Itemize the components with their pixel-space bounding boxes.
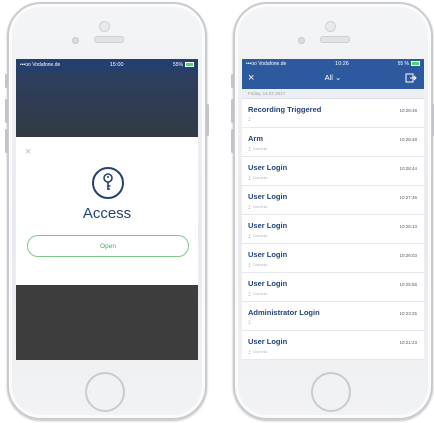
person-icon (248, 146, 251, 151)
date-section-header: Friday, 14.07.2017 (242, 89, 424, 99)
log-entry-username: Dominik (253, 204, 268, 209)
battery-indicator: 55% (173, 62, 194, 68)
log-entry[interactable]: User Login 10:25:56 Dominik (242, 273, 424, 302)
log-entry[interactable]: Recording Triggered 10:28:48 (242, 99, 424, 128)
dimmed-background-top (16, 71, 198, 137)
mute-switch (231, 74, 234, 88)
modal-title: Access (82, 205, 132, 222)
status-bar: •••oo Vodafone.de 10:26 55 % (242, 59, 424, 69)
log-entry-time: 10:28:48 (399, 137, 417, 142)
log-entry-title: Administrator Login (248, 308, 320, 317)
log-entry-user: Dominik (248, 262, 267, 267)
log-entry[interactable]: User Login 10:28:44 Dominik (242, 157, 424, 186)
log-entry-time: 10:27:45 (399, 195, 417, 200)
filter-dropdown[interactable]: All ⌄ (242, 73, 424, 82)
person-icon (248, 117, 251, 121)
status-bar: •••oo Vodafone.de 15:00 55% (16, 59, 198, 71)
front-camera (99, 21, 110, 32)
log-entry-user: Dominik (248, 204, 267, 209)
volume-down-button (5, 129, 8, 153)
earpiece-speaker (94, 36, 124, 43)
log-entry-username: Dominik (253, 233, 268, 238)
dimmed-background-bottom (16, 285, 198, 360)
earpiece-speaker (320, 36, 350, 43)
log-entry-username: Dominik (253, 262, 268, 267)
log-entry[interactable]: User Login 10:21:23 Dominik (242, 331, 424, 360)
volume-up-button (5, 99, 8, 123)
log-entry-user: Dominik (248, 146, 267, 151)
navigation-bar: •••oo Vodafone.de 10:26 55 % × All ⌄ (242, 59, 424, 89)
log-entry-title: User Login (248, 250, 288, 259)
open-button[interactable]: Open (27, 235, 189, 257)
log-entry-user: Dominik (248, 349, 267, 354)
log-entry-username: Dominik (253, 175, 268, 180)
mute-switch (5, 74, 8, 88)
person-icon (248, 349, 251, 354)
log-entry[interactable]: User Login 10:27:45 Dominik (242, 186, 424, 215)
phone-right: •••oo Vodafone.de 10:26 55 % × All ⌄ Fri… (231, 2, 434, 420)
volume-up-button (231, 99, 234, 123)
key-icon (92, 167, 124, 199)
home-button[interactable] (85, 372, 125, 412)
person-icon (248, 262, 251, 267)
log-entry-time: 10:26:03 (399, 253, 417, 258)
log-entry-title: User Login (248, 192, 288, 201)
log-entry-time: 10:28:48 (399, 108, 417, 113)
volume-down-button (231, 129, 234, 153)
power-button (206, 104, 209, 136)
close-icon[interactable]: × (25, 147, 31, 158)
proximity-sensor (72, 37, 79, 44)
logout-icon[interactable] (405, 73, 417, 83)
log-entry-user: Dominik (248, 233, 267, 238)
status-time: 15:00 (109, 62, 124, 68)
log-entry-time: 10:25:56 (399, 282, 417, 287)
log-entry-user: Dominik (248, 291, 267, 296)
log-entry-title: Recording Triggered (248, 105, 322, 114)
log-entry-title: User Login (248, 163, 288, 172)
log-entry-time: 10:23:25 (399, 311, 417, 316)
front-camera (325, 21, 336, 32)
log-entry[interactable]: User Login 10:26:13 Dominik (242, 215, 424, 244)
log-entry-time: 10:26:13 (399, 224, 417, 229)
log-entry-title: Arm (248, 134, 264, 143)
battery-percent: 55% (172, 62, 183, 68)
log-entry[interactable]: User Login 10:26:03 Dominik (242, 244, 424, 273)
carrier-label: •••oo Vodafone.de (20, 62, 61, 68)
log-entry-time: 10:28:44 (399, 166, 417, 171)
log-entry-user (248, 320, 253, 324)
person-icon (248, 233, 251, 238)
carrier-label: •••oo Vodafone.de (246, 61, 287, 67)
phone-left: •••oo Vodafone.de 15:00 55% × Access Ope… (5, 2, 209, 420)
person-icon (248, 291, 251, 296)
proximity-sensor (298, 37, 305, 44)
log-entry-user: Dominik (248, 175, 267, 180)
screen-left: •••oo Vodafone.de 15:00 55% × Access Ope… (16, 59, 198, 360)
log-entry-title: User Login (248, 221, 288, 230)
battery-indicator: 55 % (398, 61, 420, 67)
person-icon (248, 320, 251, 324)
log-entry-user (248, 117, 253, 121)
person-icon (248, 175, 251, 180)
status-time: 10:26 (335, 61, 349, 67)
battery-icon (411, 61, 420, 67)
log-entry-username: Dominik (253, 291, 268, 296)
log-entry-username: Dominik (253, 349, 268, 354)
log-entry[interactable]: Arm 10:28:48 Dominik (242, 128, 424, 157)
person-icon (248, 204, 251, 209)
battery-icon (184, 62, 194, 68)
event-log-list: Recording Triggered 10:28:48 Arm 10:28:4… (242, 99, 424, 360)
log-entry-title: User Login (248, 337, 288, 346)
home-button[interactable] (311, 372, 351, 412)
access-modal: × Access Open (16, 137, 198, 285)
log-entry-title: User Login (248, 279, 288, 288)
battery-percent: 55 % (397, 61, 409, 67)
screen-right: •••oo Vodafone.de 10:26 55 % × All ⌄ Fri… (242, 59, 424, 360)
log-entry-username: Dominik (253, 146, 268, 151)
log-entry[interactable]: Administrator Login 10:23:25 (242, 302, 424, 331)
log-entry-time: 10:21:23 (399, 340, 417, 345)
header-row: × All ⌄ (242, 69, 424, 89)
